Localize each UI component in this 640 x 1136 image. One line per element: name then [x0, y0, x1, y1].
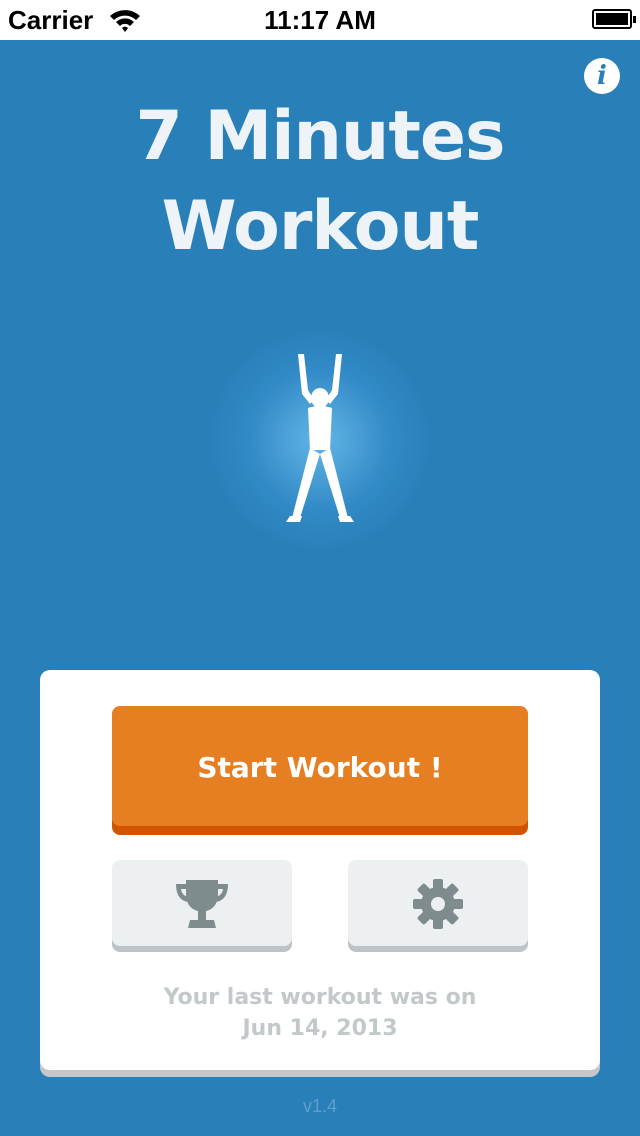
last-workout-text: Your last workout was on Jun 14, 2013 [40, 982, 600, 1044]
settings-button[interactable] [348, 860, 528, 946]
status-time: 11:17 AM [264, 5, 376, 35]
app-title: 7 Minutes Workout [0, 92, 640, 272]
start-workout-button[interactable]: Start Workout ! [112, 706, 528, 826]
info-icon[interactable]: i [584, 58, 620, 94]
gear-icon [413, 879, 463, 929]
title-line-2: Workout [161, 187, 480, 266]
achievements-button[interactable] [112, 860, 292, 946]
trophy-icon [176, 880, 228, 928]
last-workout-line-1: Your last workout was on [163, 985, 477, 1010]
last-workout-date: Jun 14, 2013 [242, 1016, 398, 1041]
jumping-jack-icon [286, 354, 354, 522]
battery-icon [592, 9, 636, 29]
status-bar: Carrier 11:17 AM [0, 0, 640, 40]
version-label: v1.4 [302, 1096, 338, 1116]
title-line-1: 7 Minutes [135, 97, 506, 176]
workout-card: Start Workout ! Your last workout was on… [40, 670, 600, 1070]
